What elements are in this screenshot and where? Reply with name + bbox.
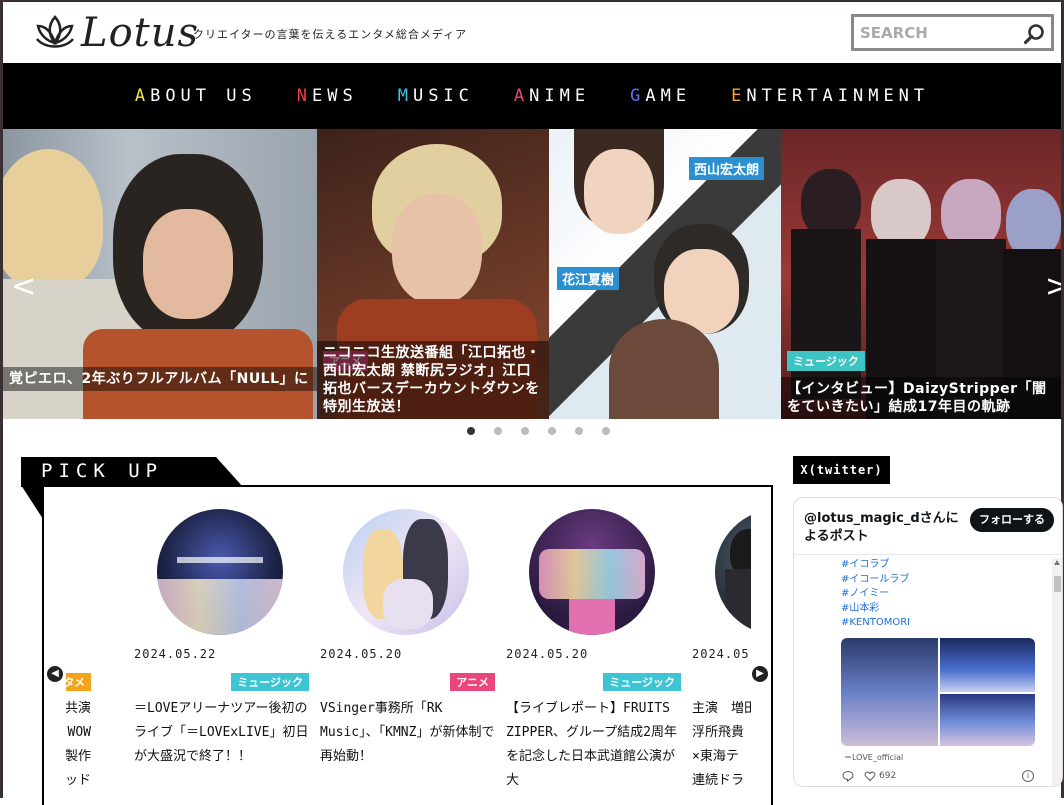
slider-dots [467, 427, 610, 435]
hashtag-link[interactable]: #KENTOMORI [841, 616, 910, 631]
nav-item-label: NTERTAINMENT [746, 86, 930, 106]
news-category-badge: ミュージック [603, 673, 681, 691]
scroll-up-icon[interactable] [1054, 560, 1060, 565]
search-input[interactable] [854, 17, 1014, 48]
nav-item-initial: E [731, 86, 747, 106]
slider-prev-arrow[interactable]: < [11, 269, 36, 304]
slide-caption: 覚ピエロ、2年ぶりフルアルバム「NULL」に [3, 367, 317, 391]
nav-item-label: AME [645, 86, 692, 106]
nav-item[interactable]: MUSIC [398, 86, 474, 106]
nav-item-initial: A [134, 86, 151, 106]
news-title: 主演 増田 浮所飛貴 ×東海テ 連続ドラ [692, 701, 751, 788]
site-logo[interactable]: Lotus [33, 10, 199, 56]
news-thumbnail [157, 509, 283, 635]
site-tagline: クリエイターの言葉を伝えるエンタメ総合メディア [193, 28, 468, 41]
twitter-section-label: X(twitter) [793, 456, 890, 484]
reply-icon[interactable] [842, 770, 854, 782]
nav-item-initial: N [296, 86, 312, 106]
news-category-badge: ミュージック [231, 673, 309, 691]
slider-dot[interactable] [575, 427, 583, 435]
slide-item[interactable]: アニメ ニコニコ生放送番組「江口拓也・西山宏太朗 禁断尻ラジオ」江口拓也バースデ… [317, 129, 549, 419]
slide-image [781, 129, 1061, 419]
slide-caption: ニコニコ生放送番組「江口拓也・西山宏太朗 禁断尻ラジオ」江口拓也バースデーカウン… [317, 341, 549, 419]
nav-item-label: USIC [412, 86, 474, 106]
twitter-timeline-embed: @lotus_magic_dさんによるポスト フォローする #イコラブ #イコー… [793, 497, 1063, 787]
hero-slider: 覚ピエロ、2年ぶりフルアルバム「NULL」に アニメ ニコニコ生放送番組「江口拓… [3, 129, 1061, 419]
slide-caption: 【インタビュー】DaizyStripper「闇をていきたい」結成17年目の軌跡 [781, 377, 1061, 419]
slider-dot[interactable] [494, 427, 502, 435]
nav-item[interactable]: GAME [630, 86, 691, 106]
news-category-badge: アニメ [450, 673, 495, 691]
tweet-image[interactable] [940, 694, 1035, 746]
pickup-title-banner: PICK UP NEWS [21, 457, 243, 487]
nav-item-label: EWS [311, 86, 358, 106]
slide-category-badge: ミュージック [787, 351, 865, 371]
main-nav: ABOUT US NEWS MUSIC ANIME GAME ENTERTAINMENT [3, 63, 1061, 129]
nav-item-initial: M [397, 86, 413, 106]
news-date: 2024.05. [692, 647, 751, 661]
twitter-follow-button[interactable]: フォローする [970, 508, 1054, 532]
person-name-label: 西山宏太朗 [689, 157, 765, 180]
slide-item[interactable]: 西山宏太朗 花江夏樹 [549, 129, 781, 419]
search-box [851, 14, 1054, 51]
nav-item-label: BOUT US [150, 86, 257, 106]
news-date: 2024.05.20 [320, 647, 403, 661]
hashtag-link[interactable]: #イコラブ [841, 558, 910, 573]
news-date: 2024.05.20 [506, 647, 589, 661]
pickup-prev-arrow[interactable]: ◀ [47, 666, 63, 682]
slider-dot[interactable] [467, 427, 475, 435]
nav-item-label: NIME [529, 86, 591, 106]
tweet-actions: 692 [842, 770, 896, 782]
logo-text: Lotus [81, 10, 200, 56]
news-title: ＝LOVEアリーナツアー後初のライブ「＝LOVExLIVE」初日が大盛況で終了！… [134, 701, 309, 764]
news-title: VSinger事務所「RK Music」、「KMNZ」が新体制で再始動！ [320, 701, 495, 764]
slider-dot[interactable] [521, 427, 529, 435]
twitter-timeline-heading: @lotus_magic_dさんによるポスト [804, 511, 959, 544]
news-thumbnail [715, 509, 751, 635]
lotus-flower-icon [36, 15, 74, 48]
news-title: く 共演 WOW 同製作 テッド [66, 701, 91, 788]
slide-item[interactable]: 覚ピエロ、2年ぶりフルアルバム「NULL」に [3, 129, 317, 419]
slider-dot[interactable] [602, 427, 610, 435]
info-icon[interactable]: i [1022, 770, 1034, 782]
like-count: 692 [879, 771, 897, 781]
slider-dot[interactable] [548, 427, 556, 435]
slider-next-arrow[interactable]: > [1045, 269, 1061, 304]
tweet-media-grid[interactable] [841, 638, 1035, 746]
twitter-scrollbar[interactable] [1052, 558, 1062, 786]
tweet-image[interactable] [841, 638, 938, 746]
tweet-image[interactable] [940, 638, 1035, 692]
nav-item[interactable]: ANIME [514, 86, 590, 106]
pickup-news-box: エンタメ く 共演 WOW 同製作 テッド 2024.05.22 ミュージック … [42, 485, 773, 805]
nav-item[interactable]: NEWS [297, 86, 358, 106]
news-thumbnail [529, 509, 655, 635]
nav-item-initial: A [513, 86, 530, 106]
hashtag-link[interactable]: #ノイミー [841, 587, 910, 602]
twitter-divider [794, 554, 1062, 555]
scrollbar-thumb[interactable] [1054, 576, 1061, 592]
search-icon[interactable] [1023, 23, 1045, 45]
news-title: 【ライブレポート】FRUITS ZIPPER、グループ結成2周年を記念した日本武… [506, 701, 678, 788]
tweet-source: ＝LOVE_official [844, 753, 904, 762]
person-name-label: 花江夏樹 [557, 267, 620, 290]
tweet-hashtags: #イコラブ #イコールラブ #ノイミー #山本彩 #KENTOMORI [841, 558, 910, 631]
pickup-next-arrow[interactable]: ▶ [752, 666, 768, 682]
pickup-carousel: エンタメ く 共演 WOW 同製作 テッド 2024.05.22 ミュージック … [66, 487, 751, 805]
heart-icon[interactable] [864, 770, 876, 782]
news-thumbnail [343, 509, 469, 635]
site-header: Lotus クリエイターの言葉を伝えるエンタメ総合メディア [3, 2, 1061, 63]
nav-item[interactable]: ENTERTAINMENT [731, 86, 929, 106]
news-date: 2024.05.22 [134, 647, 217, 661]
hashtag-link[interactable]: #イコールラブ [841, 573, 910, 588]
news-category-badge: エンタメ [66, 673, 91, 691]
nav-item[interactable]: ABOUT US [135, 86, 257, 106]
nav-item-initial: G [630, 86, 646, 106]
slide-item[interactable]: ミュージック 【インタビュー】DaizyStripper「闇をていきたい」結成1… [781, 129, 1061, 419]
hashtag-link[interactable]: #山本彩 [841, 602, 910, 617]
